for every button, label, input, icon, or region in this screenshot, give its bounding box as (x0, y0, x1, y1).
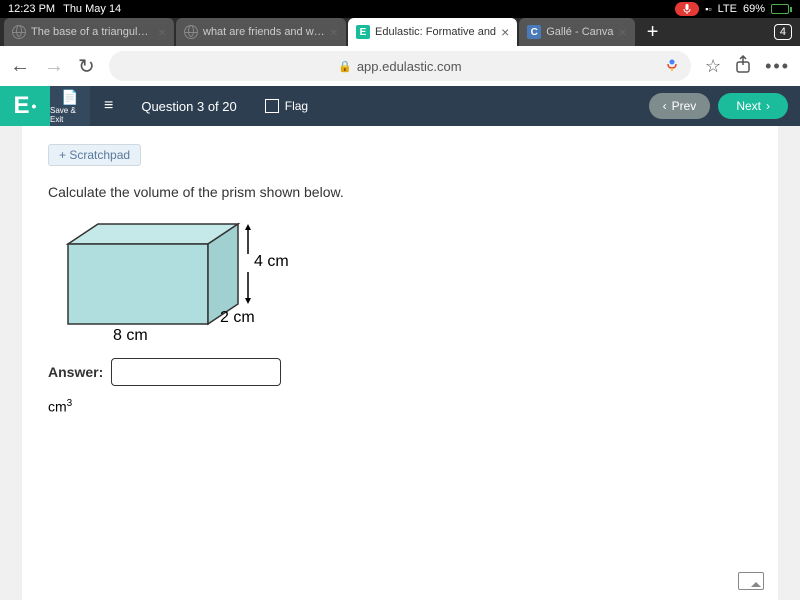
forward-button[interactable]: → (44, 55, 64, 78)
tab-title: what are friends and why (203, 26, 325, 38)
content-area: + Scratchpad Calculate the volume of the… (0, 126, 800, 600)
battery-percent: 69% (743, 3, 765, 15)
share-icon[interactable] (735, 55, 751, 78)
chevron-right-icon: › (766, 99, 770, 113)
browser-tab-active[interactable]: E Edulastic: Formative and × (348, 18, 517, 46)
question-number: Question 3 of 20 (127, 99, 250, 114)
more-menu-icon[interactable]: ••• (765, 56, 790, 77)
flag-question-button[interactable]: Flag (251, 99, 322, 113)
close-icon[interactable]: × (158, 24, 166, 40)
dim-height: 4 cm (254, 253, 288, 270)
signal-icon: ▪▫ (705, 4, 711, 14)
answer-row: Answer: (48, 358, 752, 386)
close-icon[interactable]: × (619, 24, 627, 40)
edulastic-favicon: E (356, 25, 370, 39)
tab-title: The base of a triangular p (31, 26, 153, 38)
next-label: Next (736, 99, 761, 113)
prism-diagram: 4 cm 2 cm 8 cm (58, 214, 288, 344)
address-bar[interactable]: 🔒 app.edulastic.com (109, 51, 691, 81)
mic-recording-indicator (675, 2, 699, 16)
prev-label: Prev (672, 99, 697, 113)
network-label: LTE (718, 3, 737, 15)
chevron-left-icon: ‹ (663, 99, 667, 113)
menu-icon[interactable]: ≡ (90, 97, 127, 115)
next-button[interactable]: Next › (718, 93, 788, 119)
status-date: Thu May 14 (63, 3, 121, 15)
back-button[interactable]: ← (10, 55, 30, 78)
save-exit-button[interactable]: 📄 Save & Exit (50, 86, 90, 126)
save-icon: 📄 (61, 89, 78, 106)
close-icon[interactable]: × (501, 24, 509, 40)
lock-icon: 🔒 (338, 60, 352, 73)
tab-count-badge[interactable]: 4 (774, 24, 792, 40)
edulastic-logo[interactable]: E (0, 86, 50, 126)
unit-label: cm3 (48, 398, 752, 415)
edulastic-header: E 📄 Save & Exit ≡ Question 3 of 20 Flag … (0, 86, 800, 126)
question-text: Calculate the volume of the prism shown … (48, 184, 752, 200)
browser-nav-bar: ← → ↻ 🔒 app.edulastic.com ☆ ••• (0, 46, 800, 86)
flag-label: Flag (285, 99, 308, 113)
flag-checkbox (265, 99, 279, 113)
reload-button[interactable]: ↻ (78, 54, 95, 79)
voice-search-icon[interactable] (665, 58, 679, 75)
answer-input[interactable] (111, 358, 281, 386)
bookmark-star-icon[interactable]: ☆ (705, 56, 721, 77)
dim-width: 8 cm (113, 327, 148, 344)
globe-icon (12, 25, 26, 39)
url-text: app.edulastic.com (357, 59, 462, 74)
answer-label: Answer: (48, 364, 103, 380)
device-status-bar: 12:23 PM Thu May 14 ▪▫ LTE 69% (0, 0, 800, 18)
tab-title: Edulastic: Formative and (375, 26, 496, 38)
status-time: 12:23 PM (8, 3, 55, 15)
dim-depth: 2 cm (220, 309, 255, 326)
mic-icon (683, 4, 691, 14)
globe-icon (184, 25, 198, 39)
browser-tab-bar: The base of a triangular p × what are fr… (0, 18, 800, 46)
prev-button[interactable]: ‹ Prev (649, 93, 711, 119)
new-tab-button[interactable]: + (637, 18, 669, 46)
display-mode-icon[interactable] (738, 572, 764, 590)
scratchpad-button[interactable]: + Scratchpad (48, 144, 141, 166)
battery-icon (771, 4, 792, 14)
canva-favicon: C (527, 25, 541, 39)
save-exit-label: Save & Exit (50, 106, 90, 124)
browser-tab[interactable]: The base of a triangular p × (4, 18, 174, 46)
tab-title: Gallé - Canva (546, 26, 613, 38)
question-paper: + Scratchpad Calculate the volume of the… (22, 126, 778, 600)
browser-tab[interactable]: C Gallé - Canva × (519, 18, 634, 46)
browser-tab[interactable]: what are friends and why × (176, 18, 346, 46)
close-icon[interactable]: × (330, 24, 338, 40)
